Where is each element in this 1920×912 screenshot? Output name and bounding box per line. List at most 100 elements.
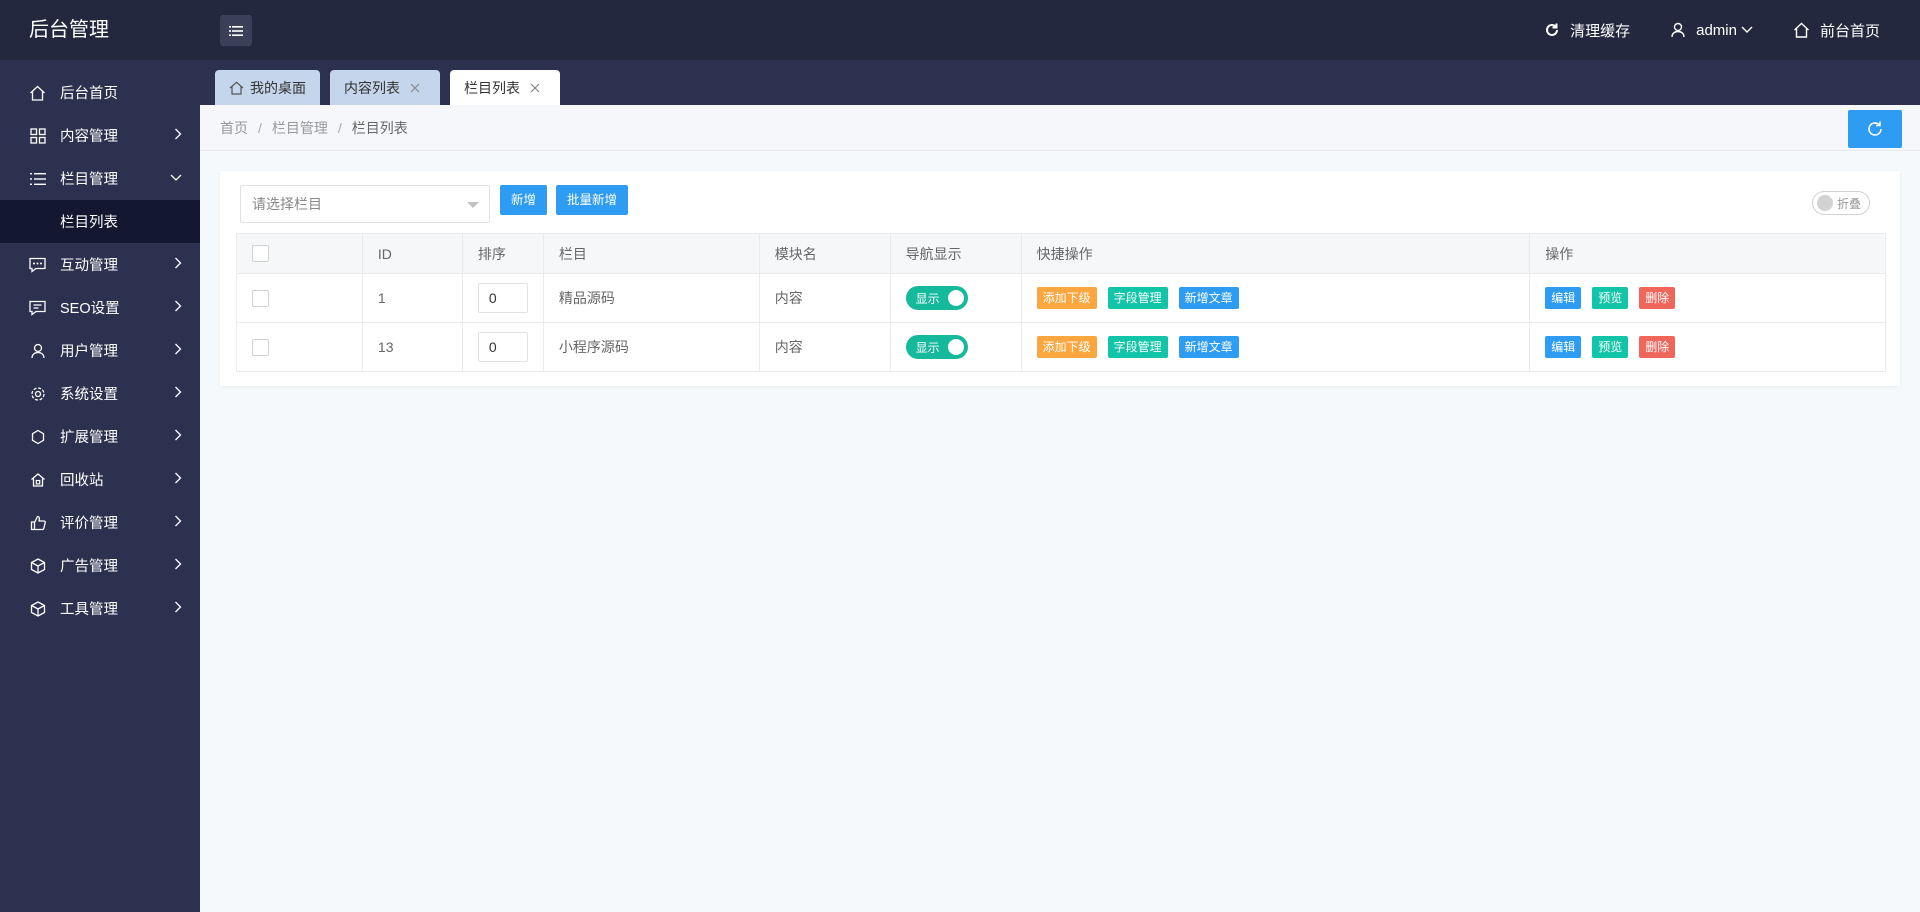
fold-toggle[interactable]: 折叠 xyxy=(1812,191,1870,215)
sidebar-item-label: SEO设置 xyxy=(60,301,120,317)
sidebar-item-label: 后台首页 xyxy=(60,86,118,102)
field-manage-button[interactable]: 字段管理 xyxy=(1107,287,1168,309)
home-icon xyxy=(29,84,46,101)
sidebar-item-settings[interactable]: 系统设置 xyxy=(0,372,200,415)
column-select[interactable]: 请选择栏目 xyxy=(240,185,490,223)
chat-icon xyxy=(29,256,46,273)
sidebar-item-label: 系统设置 xyxy=(60,387,118,403)
tab-content-list[interactable]: 内容列表 xyxy=(330,70,440,105)
edit-button[interactable]: 编辑 xyxy=(1545,336,1582,358)
breadcrumb-row: 首页 / 栏目管理 / 栏目列表 xyxy=(200,105,1920,151)
breadcrumb-home[interactable]: 首页 xyxy=(220,120,248,136)
tab-my-desktop[interactable]: 我的桌面 xyxy=(215,70,320,105)
cell-id: 1 xyxy=(361,273,463,323)
sidebar-item-interaction[interactable]: 互动管理 xyxy=(0,243,200,286)
breadcrumb-current: 栏目列表 xyxy=(351,120,408,136)
add-child-button[interactable]: 添加下级 xyxy=(1036,336,1097,358)
tool-icon xyxy=(29,600,46,617)
header-quick-actions: 快捷操作 xyxy=(1020,233,1531,274)
cell-module: 内容 xyxy=(758,273,891,323)
menu-toggle-button[interactable] xyxy=(220,15,252,46)
nav-display-switch[interactable]: 显示 xyxy=(905,335,968,359)
sort-input[interactable] xyxy=(477,283,528,313)
preview-button[interactable]: 预览 xyxy=(1592,336,1629,358)
user-icon xyxy=(29,342,46,359)
chevron-down-icon xyxy=(170,174,182,181)
header-id: ID xyxy=(361,233,463,274)
chevron-right-icon xyxy=(175,601,182,613)
content-card: 请选择栏目 新增 批量新增 折叠 ID 排序 栏目 模块名 导航显示 快捷操作 … xyxy=(220,171,1900,386)
fold-toggle-knob xyxy=(1817,195,1833,211)
header-module: 模块名 xyxy=(758,233,891,274)
nav-display-label: 显示 xyxy=(915,340,940,355)
cell-nav-display: 显示 xyxy=(889,273,1022,323)
sidebar-item-label: 互动管理 xyxy=(60,258,118,274)
sort-input[interactable] xyxy=(477,332,528,362)
cell-id: 13 xyxy=(361,322,463,372)
tabs-bar: 我的桌面 内容列表 栏目列表 xyxy=(200,60,1920,105)
sidebar-item-recycle[interactable]: 回收站 xyxy=(0,458,200,501)
list-icon xyxy=(29,170,46,187)
sidebar-item-home[interactable]: 后台首页 xyxy=(0,71,200,114)
delete-button[interactable]: 删除 xyxy=(1639,336,1676,358)
close-icon[interactable] xyxy=(410,83,426,93)
comment-icon xyxy=(29,299,46,316)
user-name: admin xyxy=(1696,21,1737,39)
select-all-checkbox[interactable] xyxy=(252,245,269,263)
sidebar-subitem-column-list[interactable]: 栏目列表 xyxy=(0,200,200,243)
cube-icon xyxy=(29,557,46,574)
new-article-button[interactable]: 新增文章 xyxy=(1178,287,1239,309)
refresh-button[interactable] xyxy=(1848,110,1902,148)
refresh-icon xyxy=(1546,23,1559,36)
cell-nav-display: 显示 xyxy=(889,322,1022,372)
header-sort: 排序 xyxy=(461,233,544,274)
delete-button[interactable]: 删除 xyxy=(1639,287,1676,309)
breadcrumb-separator: / xyxy=(337,120,342,136)
cell-sort xyxy=(461,273,544,323)
cell-actions: 编辑 预览 删除 xyxy=(1529,322,1886,372)
add-child-button[interactable]: 添加下级 xyxy=(1036,287,1097,309)
row-checkbox[interactable] xyxy=(252,338,269,356)
header-column: 栏目 xyxy=(542,233,760,274)
chevron-right-icon xyxy=(175,558,182,570)
tab-column-list[interactable]: 栏目列表 xyxy=(450,70,560,105)
cell-actions: 编辑 预览 删除 xyxy=(1529,273,1886,323)
cell-quick-actions: 添加下级 字段管理 新增文章 xyxy=(1020,322,1531,372)
sidebar-item-label: 评价管理 xyxy=(60,516,118,532)
breadcrumb-column-manage[interactable]: 栏目管理 xyxy=(272,120,328,136)
new-article-button[interactable]: 新增文章 xyxy=(1178,336,1239,358)
sidebar-item-seo[interactable]: SEO设置 xyxy=(0,286,200,329)
sidebar-item-reviews[interactable]: 评价管理 xyxy=(0,501,200,544)
sidebar-item-content[interactable]: 内容管理 xyxy=(0,114,200,157)
row-checkbox[interactable] xyxy=(252,289,269,307)
clear-cache-button[interactable]: 清理缓存 xyxy=(1544,20,1630,41)
clear-cache-label: 清理缓存 xyxy=(1570,22,1631,40)
edit-button[interactable]: 编辑 xyxy=(1545,287,1582,309)
front-home-link[interactable]: 前台首页 xyxy=(1793,20,1880,41)
breadcrumb-separator: / xyxy=(258,120,262,136)
sidebar-item-tools[interactable]: 工具管理 xyxy=(0,587,200,630)
cell-quick-actions: 添加下级 字段管理 新增文章 xyxy=(1020,273,1531,323)
top-header: 后台管理 清理缓存 admin 前台首页 xyxy=(0,0,1920,60)
fold-toggle-label: 折叠 xyxy=(1837,196,1862,211)
preview-button[interactable]: 预览 xyxy=(1592,287,1629,309)
chevron-right-icon xyxy=(175,472,182,484)
refresh-icon xyxy=(1868,121,1882,136)
add-button[interactable]: 新增 xyxy=(500,185,548,215)
sidebar-item-column[interactable]: 栏目管理 xyxy=(0,157,200,200)
close-icon[interactable] xyxy=(530,83,546,93)
batch-add-button[interactable]: 批量新增 xyxy=(556,185,629,215)
sidebar-item-label: 用户管理 xyxy=(60,344,118,360)
switch-knob xyxy=(947,339,964,355)
sidebar-item-ads[interactable]: 广告管理 xyxy=(0,544,200,587)
cell-sort xyxy=(461,322,544,372)
column-select-placeholder: 请选择栏目 xyxy=(252,196,322,212)
chevron-right-icon xyxy=(175,429,182,441)
tab-label: 我的桌面 xyxy=(250,79,306,96)
user-menu[interactable]: admin xyxy=(1670,22,1753,39)
gear-icon xyxy=(29,385,46,402)
nav-display-switch[interactable]: 显示 xyxy=(905,286,968,310)
field-manage-button[interactable]: 字段管理 xyxy=(1107,336,1168,358)
sidebar-item-users[interactable]: 用户管理 xyxy=(0,329,200,372)
sidebar-item-extensions[interactable]: 扩展管理 xyxy=(0,415,200,458)
